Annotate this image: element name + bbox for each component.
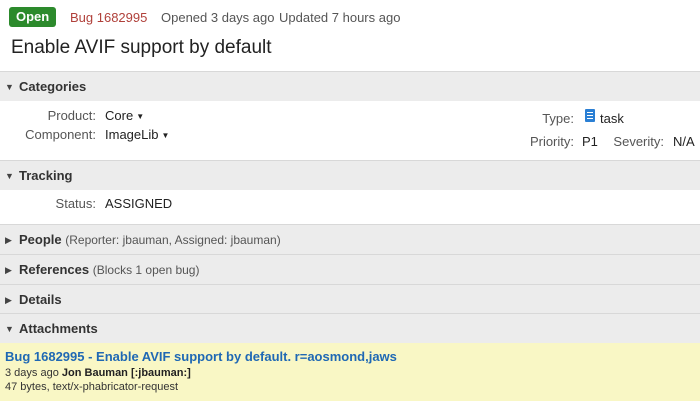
priority-label: Priority:: [529, 134, 574, 149]
section-title: Tracking: [19, 168, 73, 183]
caret-down-icon: ▼: [161, 131, 170, 140]
severity-value: N/A: [673, 134, 695, 149]
section-meta: (Blocks 1 open bug): [92, 263, 200, 277]
status-label: Status:: [55, 196, 96, 211]
status-value: ASSIGNED: [105, 196, 173, 211]
attachment-type: 47 bytes, text/x-phabricator-request: [5, 381, 179, 393]
section-people-header[interactable]: ▶ People (Reporter: jbauman, Assigned: j…: [0, 224, 700, 254]
section-tracking-header[interactable]: ▼ Tracking: [0, 160, 700, 190]
component-dropdown[interactable]: ImageLib ▼: [105, 127, 169, 142]
opened-timestamp: Opened 3 days ago: [161, 10, 275, 25]
attachment-age: 3 days ago: [5, 367, 59, 379]
section-title: Categories: [19, 79, 87, 94]
section-details-header[interactable]: ▶ Details: [0, 284, 700, 314]
attachment-item: Bug 1682995 - Enable AVIF support by def…: [0, 343, 700, 401]
section-title: Details: [19, 292, 62, 307]
type-label: Type:: [542, 111, 574, 126]
clipboard-icon: [585, 109, 595, 122]
expanded-triangle-icon: ▼: [5, 82, 14, 92]
section-references-header[interactable]: ▶ References (Blocks 1 open bug): [0, 254, 700, 284]
type-value: task: [600, 111, 624, 126]
attachment-meta: 3 days ago Jon Bauman [:jbauman:]: [5, 367, 191, 379]
collapsed-triangle-icon: ▶: [5, 295, 12, 305]
product-label: Product:: [47, 108, 96, 123]
status-badge: Open: [9, 7, 57, 27]
section-categories-header[interactable]: ▼ Categories: [0, 71, 700, 101]
bug-header: Open Bug 1682995 Opened 3 days ago Updat…: [0, 0, 700, 68]
section-attachments-header[interactable]: ▼ Attachments: [0, 313, 700, 343]
component-label: Component:: [25, 127, 96, 142]
updated-timestamp: Updated 7 hours ago: [279, 10, 401, 25]
categories-body: Product: Core ▼ Component: ImageLib ▼ Type…: [0, 101, 700, 158]
expanded-triangle-icon: ▼: [5, 171, 14, 181]
bug-id-link[interactable]: Bug 1682995: [70, 10, 147, 25]
collapsed-triangle-icon: ▶: [5, 265, 12, 275]
section-title: People (Reporter: jbauman, Assigned: jba…: [19, 232, 281, 247]
tracking-body: Status: ASSIGNED: [0, 190, 700, 220]
priority-value: P1: [582, 134, 598, 149]
bug-summary: Enable AVIF support by default: [11, 37, 272, 58]
product-dropdown[interactable]: Core ▼: [105, 108, 144, 123]
section-meta: (Reporter: jbauman, Assigned: jbauman): [65, 233, 281, 247]
expanded-triangle-icon: ▼: [5, 324, 14, 334]
attachment-link[interactable]: Bug 1682995 - Enable AVIF support by def…: [5, 349, 397, 364]
section-title: Attachments: [19, 321, 98, 336]
attachment-author[interactable]: Jon Bauman [:jbauman:]: [62, 367, 191, 379]
caret-down-icon: ▼: [136, 112, 145, 121]
section-title: References (Blocks 1 open bug): [19, 262, 200, 277]
collapsed-triangle-icon: ▶: [5, 235, 12, 245]
severity-label: Severity:: [613, 134, 664, 149]
